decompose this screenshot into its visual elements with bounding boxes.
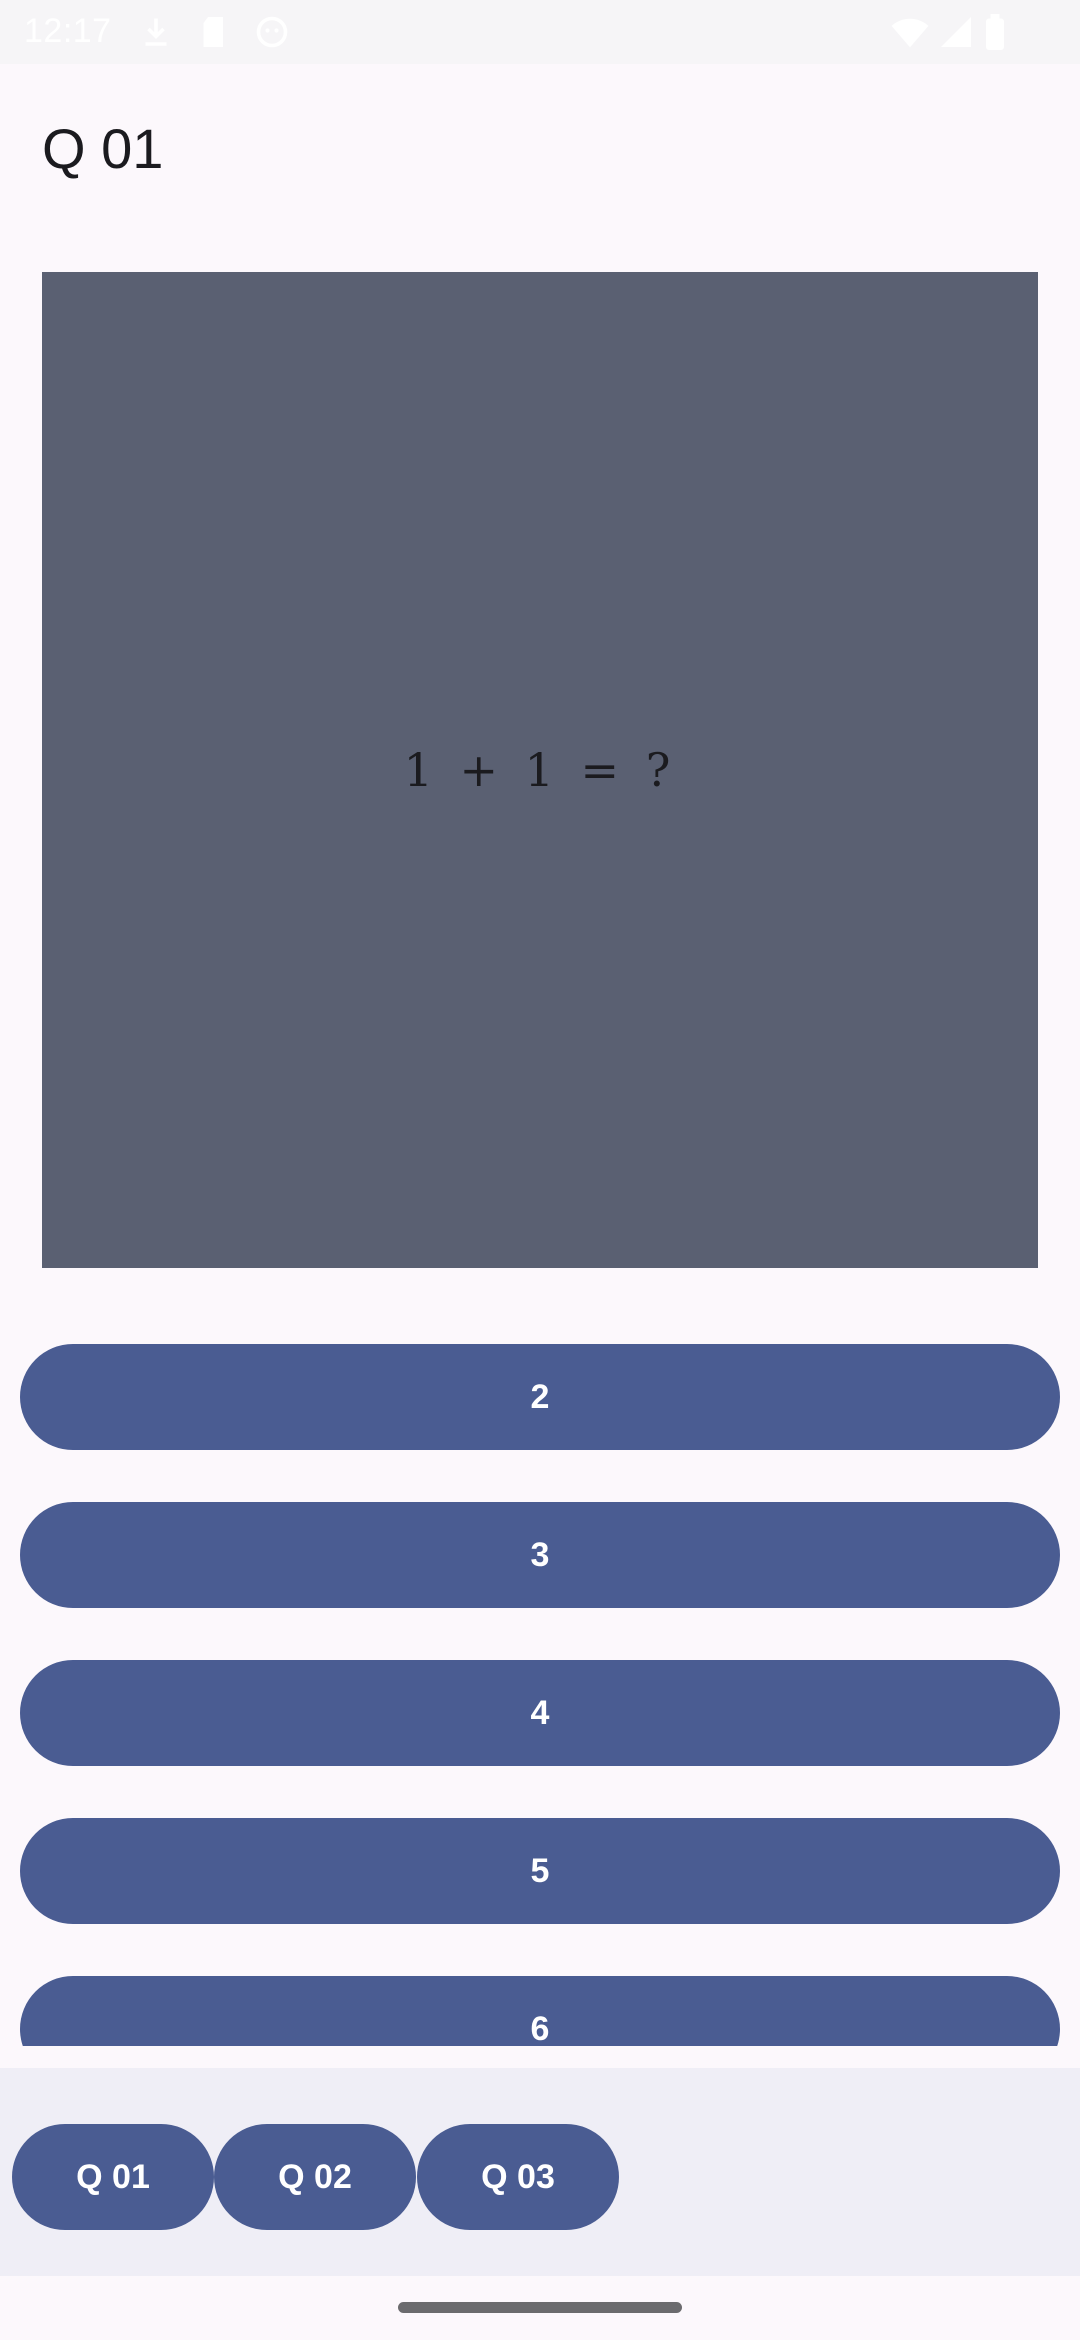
nav-button-q03[interactable]: Q 03 [417,2124,619,2230]
wifi-icon [890,14,930,55]
nav-button-q01[interactable]: Q 01 [12,2124,214,2230]
answer-button-4[interactable]: 4 [20,1660,1060,1766]
face-icon [254,14,290,55]
answer-button-5[interactable]: 5 [20,1818,1060,1924]
answer-button-6[interactable]: 6 [20,1976,1060,2046]
status-time: 12:17 [24,12,112,50]
gesture-handle[interactable] [398,2302,682,2313]
battery-icon [984,14,1006,55]
answer-list[interactable]: 2 3 4 5 6 [0,1268,1080,2046]
answer-button-2[interactable]: 2 [20,1344,1060,1450]
nav-button-q02[interactable]: Q 02 [214,2124,416,2230]
page-title: Q 01 [42,117,164,180]
question-card: 1 + 1 = ? [42,272,1038,1268]
gesture-nav-area [0,2276,1080,2340]
answer-button-3[interactable]: 3 [20,1502,1060,1608]
signal-icon [938,14,974,55]
question-text: 1 + 1 = ? [403,743,677,797]
sd-card-icon [196,14,232,55]
status-bar: 12:17 [0,0,1080,64]
download-icon [138,14,174,55]
question-nav-bar: Q 01 Q 02 Q 03 [0,2068,1080,2276]
quiz-screen: 12:17 Q 01 1 + 1 = ? 2 3 4 5 6 Q 01 Q 02… [0,0,1080,2340]
